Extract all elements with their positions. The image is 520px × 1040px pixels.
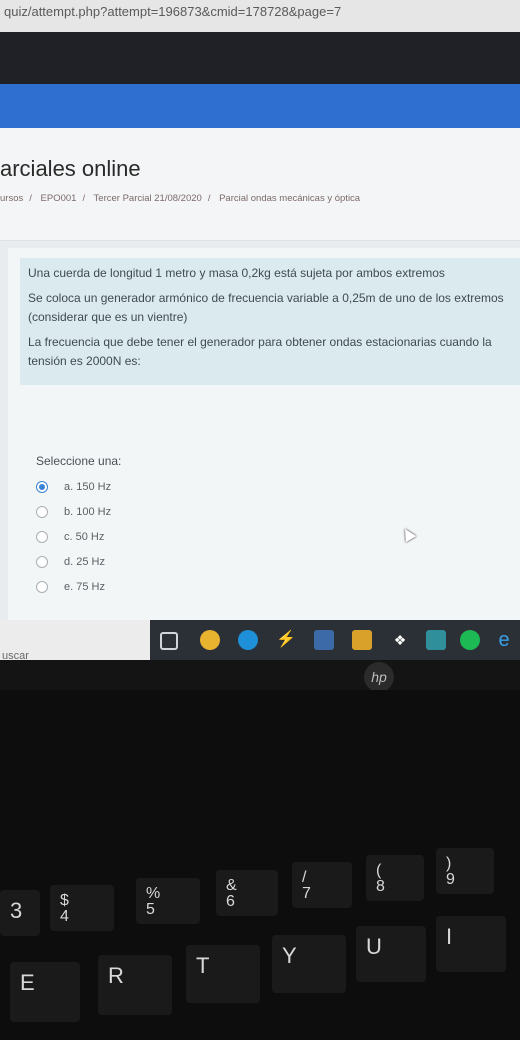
answer-option-label[interactable]: a. 150 Hz: [64, 481, 111, 493]
page-header: arciales online ursos / EPO001/ Tercer Pa…: [0, 128, 520, 241]
address-url[interactable]: quiz/attempt.php?attempt=196873&cmid=178…: [4, 4, 341, 19]
app-icon[interactable]: ⚡: [276, 630, 296, 650]
screen: quiz/attempt.php?attempt=196873&cmid=178…: [0, 0, 520, 660]
taskbar-search-label[interactable]: uscar: [2, 650, 29, 660]
key-9: ) 9: [436, 848, 494, 894]
key-r: R: [98, 955, 172, 1015]
question-paragraph: La frecuencia que debe tener el generado…: [28, 335, 492, 368]
radio-icon[interactable]: [36, 530, 48, 543]
chrome-icon[interactable]: [200, 630, 220, 650]
key-5: % 5: [136, 878, 200, 924]
radio-icon[interactable]: [36, 580, 48, 593]
breadcrumb-item[interactable]: Tercer Parcial 21/08/2020: [94, 193, 202, 204]
answer-option-label[interactable]: d. 25 Hz: [64, 556, 105, 568]
dropbox-icon[interactable]: ❖: [390, 630, 410, 650]
key-4: $ 4: [50, 885, 114, 931]
answer-option-label[interactable]: b. 100 Hz: [64, 506, 111, 518]
answer-option-c[interactable]: c. 50 Hz: [36, 524, 121, 549]
key-y: Y: [272, 935, 346, 993]
radio-icon[interactable]: [36, 555, 48, 568]
taskbar-search[interactable]: uscar: [0, 620, 150, 660]
breadcrumb-item[interactable]: Parcial ondas mecánicas y óptica: [219, 193, 360, 204]
laptop-keyboard: 3 $ 4 % 5 & 6 / 7 ( 8 ) 9 E R T Y U I: [0, 690, 520, 1040]
answer-option-e[interactable]: e. 75 Hz: [36, 574, 121, 599]
key-t: T: [186, 945, 260, 1003]
answer-block: Seleccione una: a. 150 Hz b. 100 Hz c. 5…: [36, 454, 121, 599]
question-text: Una cuerda de longitud 1 metro y masa 0,…: [20, 258, 520, 385]
radio-selected-icon[interactable]: [36, 480, 48, 493]
store-icon[interactable]: [352, 630, 372, 650]
question-paragraph: Una cuerda de longitud 1 metro y masa 0,…: [28, 266, 445, 280]
question-paragraph: Se coloca un generador armónico de frecu…: [28, 291, 504, 324]
key-i: I: [436, 916, 506, 972]
radio-icon[interactable]: [36, 505, 48, 518]
address-bar[interactable]: quiz/attempt.php?attempt=196873&cmid=178…: [0, 0, 520, 33]
page-title: arciales online: [0, 156, 141, 181]
question-card: Una cuerda de longitud 1 metro y masa 0,…: [8, 248, 520, 638]
answer-option-b[interactable]: b. 100 Hz: [36, 499, 121, 524]
key-6: & 6: [216, 870, 278, 916]
edge-icon[interactable]: [238, 630, 258, 650]
answer-prompt: Seleccione una:: [36, 454, 122, 468]
spotify-icon[interactable]: [460, 630, 480, 650]
task-view-icon[interactable]: [160, 632, 178, 650]
answer-option-d[interactable]: d. 25 Hz: [36, 549, 121, 574]
key-u: U: [356, 926, 426, 982]
key-e: E: [10, 962, 80, 1022]
photos-icon[interactable]: [314, 630, 334, 650]
breadcrumb-item[interactable]: ursos: [0, 193, 23, 204]
ie-icon[interactable]: e: [494, 630, 514, 650]
breadcrumb: ursos / EPO001/ Tercer Parcial 21/08/2020…: [0, 193, 361, 204]
answer-option-label[interactable]: e. 75 Hz: [64, 581, 105, 593]
taskbar: uscar ⚡ ❖ e: [0, 620, 520, 660]
key-3: 3: [0, 890, 40, 936]
answer-option-a[interactable]: a. 150 Hz: [36, 474, 121, 499]
hp-logo: hp: [364, 662, 394, 692]
mail-icon[interactable]: [426, 630, 446, 650]
key-8: ( 8: [366, 855, 424, 901]
browser-chrome-dark: [0, 32, 520, 84]
answer-option-label[interactable]: c. 50 Hz: [64, 531, 104, 543]
site-navbar: [0, 84, 520, 128]
key-7: / 7: [292, 862, 352, 908]
breadcrumb-item[interactable]: EPO001: [41, 193, 77, 204]
